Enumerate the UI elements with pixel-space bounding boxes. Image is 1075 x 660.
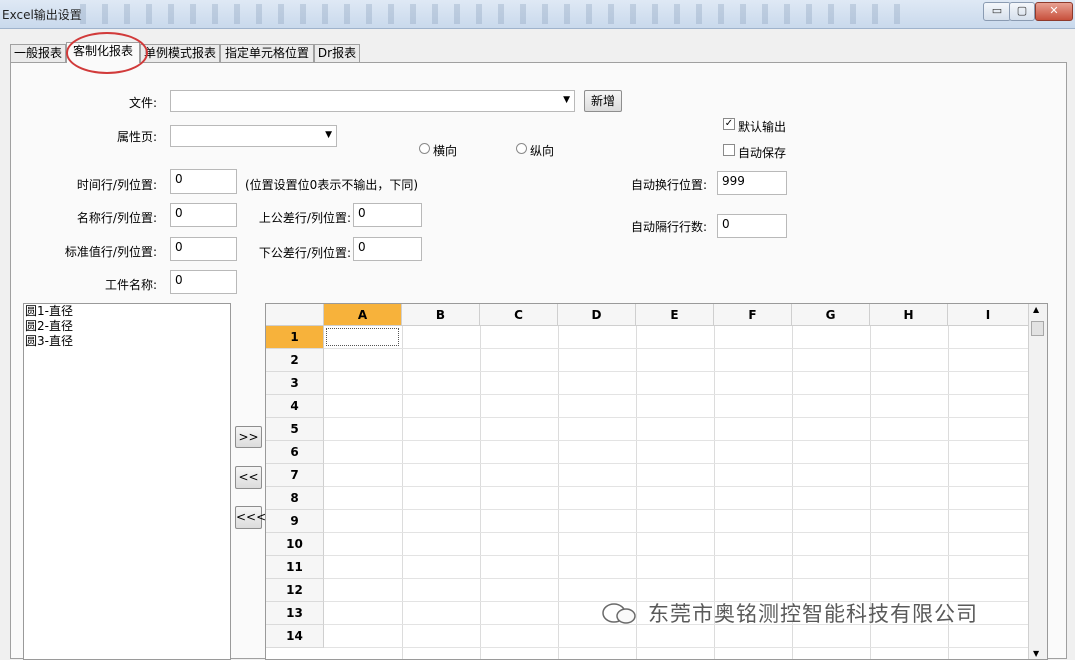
auto-save-label: 自动保存 <box>738 146 787 160</box>
standard-value-label: 标准值行/列位置: <box>64 245 157 259</box>
column-header[interactable]: B <box>402 304 480 326</box>
wrap-position-input[interactable]: 999 <box>717 171 787 195</box>
window-title-bar: Excel输出设置 ▭ ▢ ✕ <box>0 0 1075 29</box>
grid-line <box>324 463 1029 464</box>
scroll-thumb[interactable] <box>1031 321 1044 336</box>
property-page-label: 属性页: <box>116 130 157 144</box>
row-header[interactable]: 3 <box>266 372 324 395</box>
add-file-button[interactable]: 新增 <box>584 90 622 112</box>
lower-tolerance-input[interactable]: 0 <box>353 237 422 261</box>
orientation-horizontal-label: 横向 <box>433 144 458 158</box>
column-header[interactable]: I <box>948 304 1029 326</box>
row-header[interactable]: 12 <box>266 579 324 602</box>
maximize-button[interactable]: ▢ <box>1009 2 1035 21</box>
window-title: Excel输出设置 <box>2 8 82 22</box>
vertical-scrollbar[interactable]: ▲ ▼ <box>1028 304 1047 659</box>
wrap-position-label: 自动换行位置: <box>630 178 707 192</box>
orientation-horizontal-radio[interactable] <box>419 143 430 154</box>
row-header[interactable]: 9 <box>266 510 324 533</box>
grid-line <box>480 326 481 659</box>
skip-rows-label: 自动隔行行数: <box>630 220 707 234</box>
tab-custom-report[interactable]: 客制化报表 <box>66 42 140 63</box>
tab-cell-position[interactable]: 指定单元格位置 <box>220 44 314 62</box>
part-name-label: 工件名称: <box>104 278 157 292</box>
tab-single-mode-report[interactable]: 单例模式报表 <box>140 44 220 62</box>
column-header[interactable]: F <box>714 304 792 326</box>
default-output-checkbox[interactable]: ✓ <box>723 118 735 130</box>
skip-rows-input[interactable]: 0 <box>717 214 787 238</box>
grid-line <box>324 440 1029 441</box>
row-header[interactable]: 13 <box>266 602 324 625</box>
time-position-input[interactable]: 0 <box>170 169 237 194</box>
chevron-down-icon[interactable]: ▼ <box>325 130 332 140</box>
grid-line <box>324 555 1029 556</box>
lower-tolerance-label: 下公差行/列位置: <box>258 246 351 260</box>
grid-line <box>402 326 403 659</box>
column-header[interactable]: E <box>636 304 714 326</box>
scroll-down-icon[interactable]: ▼ <box>1033 649 1039 658</box>
column-header[interactable]: G <box>792 304 870 326</box>
corner-cell[interactable] <box>266 304 324 326</box>
active-cell[interactable] <box>326 328 399 346</box>
row-header[interactable]: 6 <box>266 441 324 464</box>
column-header[interactable]: D <box>558 304 636 326</box>
scroll-up-icon[interactable]: ▲ <box>1033 305 1039 314</box>
grid-line <box>324 509 1029 510</box>
grid-line <box>324 394 1029 395</box>
tab-general-report[interactable]: 一般报表 <box>10 44 66 62</box>
minimize-button[interactable]: ▭ <box>983 2 1011 21</box>
row-header[interactable]: 14 <box>266 625 324 648</box>
grid-line <box>558 326 559 659</box>
tab-dr-report[interactable]: Dr报表 <box>314 44 360 62</box>
file-label: 文件: <box>128 96 157 110</box>
row-header[interactable]: 5 <box>266 418 324 441</box>
list-item[interactable]: 圆1-直径 <box>24 304 230 319</box>
property-page-combo[interactable]: ▼ <box>170 125 337 147</box>
grid-line <box>324 348 1029 349</box>
row-header[interactable]: 2 <box>266 349 324 372</box>
remove-all-button[interactable]: <<< <box>235 506 266 529</box>
name-position-label: 名称行/列位置: <box>76 211 157 225</box>
grid-line <box>324 486 1029 487</box>
row-header[interactable]: 11 <box>266 556 324 579</box>
row-header[interactable]: 8 <box>266 487 324 510</box>
remove-from-sheet-button[interactable]: << <box>235 466 262 489</box>
row-header[interactable]: 4 <box>266 395 324 418</box>
close-button[interactable]: ✕ <box>1035 2 1073 21</box>
grid-line <box>324 417 1029 418</box>
background-toolbar-strip <box>80 4 900 24</box>
part-name-input[interactable]: 0 <box>170 270 237 294</box>
chevron-down-icon[interactable]: ▼ <box>563 95 570 105</box>
auto-save-checkbox[interactable] <box>723 144 735 156</box>
row-header[interactable]: 7 <box>266 464 324 487</box>
file-combo[interactable]: ▼ <box>170 90 575 112</box>
add-to-sheet-button[interactable]: >> <box>235 426 262 448</box>
row-header[interactable]: 10 <box>266 533 324 556</box>
row-header[interactable]: 1 <box>266 326 324 349</box>
watermark-text: 东莞市奥铭测控智能科技有限公司 <box>648 602 978 626</box>
grid-line <box>324 647 1029 648</box>
upper-tolerance-label: 上公差行/列位置: <box>258 211 351 225</box>
grid-line <box>324 532 1029 533</box>
upper-tolerance-input[interactable]: 0 <box>353 203 422 227</box>
grid-line <box>324 371 1029 372</box>
custom-report-panel: 文件: ▼ 新增 属性页: ▼ 横向 纵向 ✓ 默认输出 自动保存 时间行/列位… <box>10 62 1067 660</box>
column-header[interactable]: A <box>324 304 402 326</box>
feature-list[interactable]: 圆1-直径 圆2-直径 圆3-直径 <box>23 303 231 660</box>
time-position-label: 时间行/列位置: <box>76 178 157 192</box>
standard-value-input[interactable]: 0 <box>170 237 237 261</box>
column-header[interactable]: C <box>480 304 558 326</box>
wechat-icon <box>602 603 636 624</box>
list-item[interactable]: 圆3-直径 <box>24 334 230 349</box>
default-output-label: 默认输出 <box>738 120 787 134</box>
position-hint: (位置设置位0表示不输出，下同) <box>245 178 418 192</box>
name-position-input[interactable]: 0 <box>170 203 237 227</box>
grid-line <box>324 578 1029 579</box>
column-header[interactable]: H <box>870 304 948 326</box>
list-item[interactable]: 圆2-直径 <box>24 319 230 334</box>
orientation-vertical-label: 纵向 <box>530 144 555 158</box>
orientation-vertical-radio[interactable] <box>516 143 527 154</box>
